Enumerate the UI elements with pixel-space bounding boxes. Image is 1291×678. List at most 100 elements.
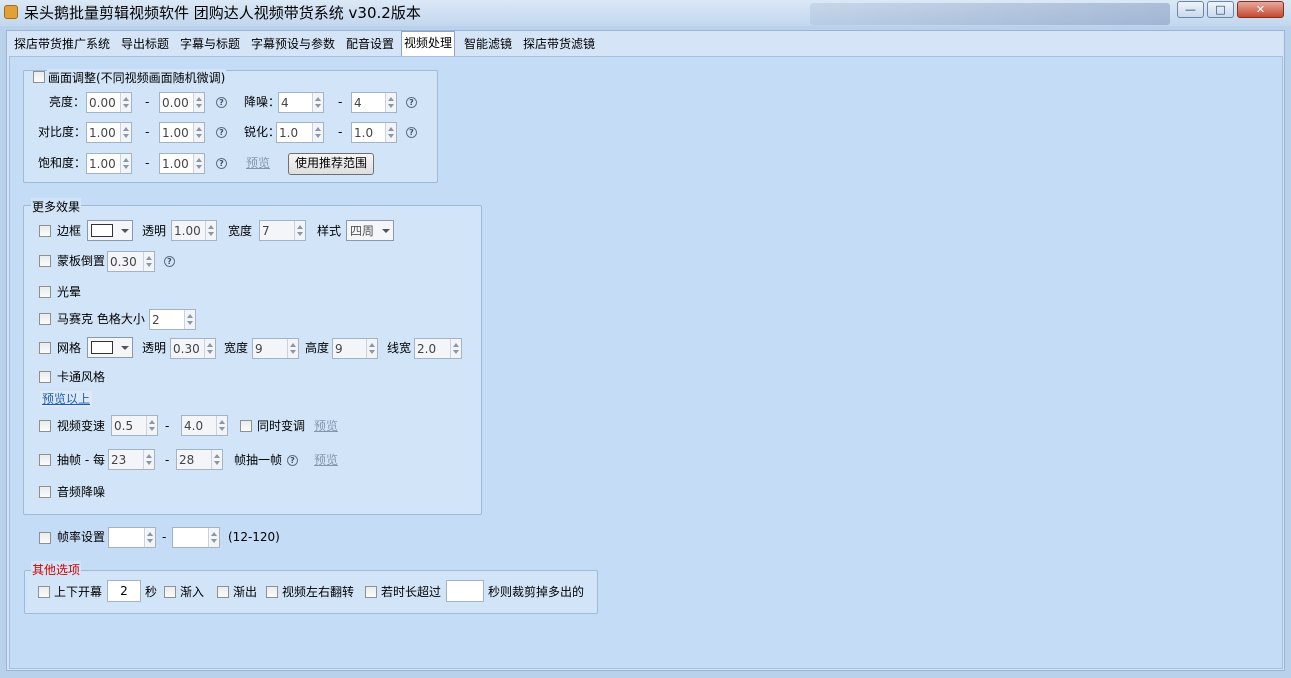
curtain-checkbox[interactable] xyxy=(38,586,50,598)
fade-in-checkbox[interactable] xyxy=(164,586,176,598)
contrast-min-value: 1.00 xyxy=(89,126,116,140)
tab-subtitle-preset[interactable]: 字幕预设与参数 xyxy=(249,33,337,55)
border-label: 边框 xyxy=(57,224,82,238)
use-recommended-range-button[interactable]: 使用推荐范围 xyxy=(288,153,374,175)
grid-line-label: 线宽 xyxy=(387,341,412,355)
sharpen-max-spinner[interactable]: 1.0 xyxy=(351,122,397,143)
frame-drop-checkbox[interactable] xyxy=(39,454,51,466)
grid-width-value: 9 xyxy=(255,342,263,356)
curtain-label: 上下开幕 xyxy=(54,585,103,599)
tab-store-promo[interactable]: 探店带货推广系统 xyxy=(12,33,112,55)
tab-subtitle-title[interactable]: 字幕与标题 xyxy=(178,33,242,55)
audio-denoise-label: 音频降噪 xyxy=(57,485,106,499)
minimize-button[interactable]: — xyxy=(1177,1,1204,18)
tab-smart-filter[interactable]: 智能滤镜 xyxy=(462,33,514,55)
chevron-down-icon xyxy=(121,229,129,233)
mask-invert-checkbox[interactable] xyxy=(39,255,51,267)
grid-opacity-spinner[interactable]: 0.30 xyxy=(170,338,216,359)
glow-checkbox[interactable] xyxy=(39,286,51,298)
denoise-max-value: 4 xyxy=(354,96,362,110)
mosaic-size-spinner[interactable]: 2 xyxy=(149,309,196,330)
speed-preview-link[interactable]: 预览 xyxy=(314,417,338,435)
speed-min-spinner[interactable]: 0.5 xyxy=(111,415,158,436)
sharpen-min-spinner[interactable]: 1.0 xyxy=(276,122,324,143)
tab-video-processing[interactable]: 视频处理 xyxy=(401,31,456,56)
mask-invert-spinner[interactable]: 0.30 xyxy=(107,251,155,272)
frame-rate-max-spinner[interactable] xyxy=(172,527,220,548)
sharpen-dash: - xyxy=(338,125,343,139)
trim-label: 秒则裁剪掉多出的 xyxy=(488,585,585,599)
contrast-max-spinner[interactable]: 1.00 xyxy=(159,122,205,143)
tab-store-filter[interactable]: 探店带货滤镜 xyxy=(521,33,597,55)
picture-adjust-checkbox[interactable] xyxy=(33,71,45,83)
grid-width-spinner[interactable]: 9 xyxy=(252,338,299,359)
frame-rate-checkbox[interactable] xyxy=(39,532,51,544)
border-checkbox[interactable] xyxy=(39,225,51,237)
frame-drop-min-spinner[interactable]: 23 xyxy=(108,449,155,470)
brightness-dash: - xyxy=(145,95,150,109)
grid-height-spinner[interactable]: 9 xyxy=(332,338,378,359)
denoise-max-spinner[interactable]: 4 xyxy=(351,92,397,113)
saturation-max-spinner[interactable]: 1.00 xyxy=(159,153,205,174)
speed-max-spinner[interactable]: 4.0 xyxy=(181,415,228,436)
close-button[interactable]: ✕ xyxy=(1237,1,1284,18)
frame-drop-min-value: 23 xyxy=(111,453,127,467)
frame-drop-preview-link[interactable]: 预览 xyxy=(314,451,338,469)
brightness-min-spinner[interactable]: 0.00 xyxy=(86,92,132,113)
window-title: 呆头鹅批量剪辑视频软件 团购达人视频带货系统 v30.2版本 xyxy=(24,4,421,22)
contrast-dash: - xyxy=(145,125,150,139)
frame-drop-max-spinner[interactable]: 28 xyxy=(176,449,223,470)
brightness-help-icon[interactable]: ? xyxy=(216,97,227,108)
grid-line-value: 2.0 xyxy=(417,342,437,356)
picture-preview-link[interactable]: 预览 xyxy=(246,154,270,172)
denoise-min-spinner[interactable]: 4 xyxy=(278,92,324,113)
border-opacity-spinner[interactable]: 1.00 xyxy=(171,220,217,241)
border-width-label: 宽度 xyxy=(228,224,253,238)
brightness-max-spinner[interactable]: 0.00 xyxy=(159,92,205,113)
preview-above-link[interactable]: 预览以上 xyxy=(40,391,93,407)
frame-drop-help-icon[interactable]: ? xyxy=(287,455,298,466)
contrast-label: 对比度： xyxy=(38,125,87,139)
cartoon-checkbox[interactable] xyxy=(39,371,51,383)
sharpen-help-icon[interactable]: ? xyxy=(406,127,417,138)
chevron-down-icon xyxy=(121,346,129,350)
app-logo-icon xyxy=(4,5,18,19)
contrast-help-icon[interactable]: ? xyxy=(216,127,227,138)
grid-line-spinner[interactable]: 2.0 xyxy=(414,338,462,359)
mask-invert-label: 蒙板倒置 xyxy=(57,254,106,268)
border-color-picker[interactable] xyxy=(87,220,133,241)
denoise-label: 降噪： xyxy=(244,95,281,109)
tab-voiceover[interactable]: 配音设置 xyxy=(344,33,396,55)
curtain-seconds-value: 2 xyxy=(120,584,128,598)
overlength-checkbox[interactable] xyxy=(365,586,377,598)
maximize-button[interactable]: □ xyxy=(1207,1,1234,18)
border-style-select[interactable]: 四周 xyxy=(346,220,394,241)
audio-denoise-checkbox[interactable] xyxy=(39,486,51,498)
pitch-shift-checkbox[interactable] xyxy=(240,420,252,432)
overlength-seconds-input[interactable] xyxy=(446,580,484,602)
grid-color-swatch xyxy=(91,341,113,354)
denoise-help-icon[interactable]: ? xyxy=(406,97,417,108)
contrast-min-spinner[interactable]: 1.00 xyxy=(86,122,132,143)
fade-out-checkbox[interactable] xyxy=(217,586,229,598)
saturation-min-spinner[interactable]: 1.00 xyxy=(86,153,132,174)
saturation-help-icon[interactable]: ? xyxy=(216,158,227,169)
video-speed-checkbox[interactable] xyxy=(39,420,51,432)
grid-label: 网格 xyxy=(57,341,82,355)
flip-label: 视频左右翻转 xyxy=(282,585,355,599)
frame-rate-min-spinner[interactable] xyxy=(108,527,156,548)
grid-checkbox[interactable] xyxy=(39,342,51,354)
grid-color-picker[interactable] xyxy=(87,337,133,358)
saturation-label: 饱和度： xyxy=(38,156,87,170)
flip-checkbox[interactable] xyxy=(266,586,278,598)
grid-height-value: 9 xyxy=(335,342,343,356)
border-width-spinner[interactable]: 7 xyxy=(259,220,306,241)
mosaic-label: 马赛克 色格大小 xyxy=(57,312,145,326)
mask-help-icon[interactable]: ? xyxy=(164,256,175,267)
curtain-seconds-input[interactable]: 2 xyxy=(107,580,141,602)
tab-export-title[interactable]: 导出标题 xyxy=(119,33,171,55)
mask-invert-value: 0.30 xyxy=(110,255,137,269)
mosaic-checkbox[interactable] xyxy=(39,313,51,325)
pitch-shift-label: 同时变调 xyxy=(257,419,306,433)
title-bar-blur-area xyxy=(810,3,1170,25)
